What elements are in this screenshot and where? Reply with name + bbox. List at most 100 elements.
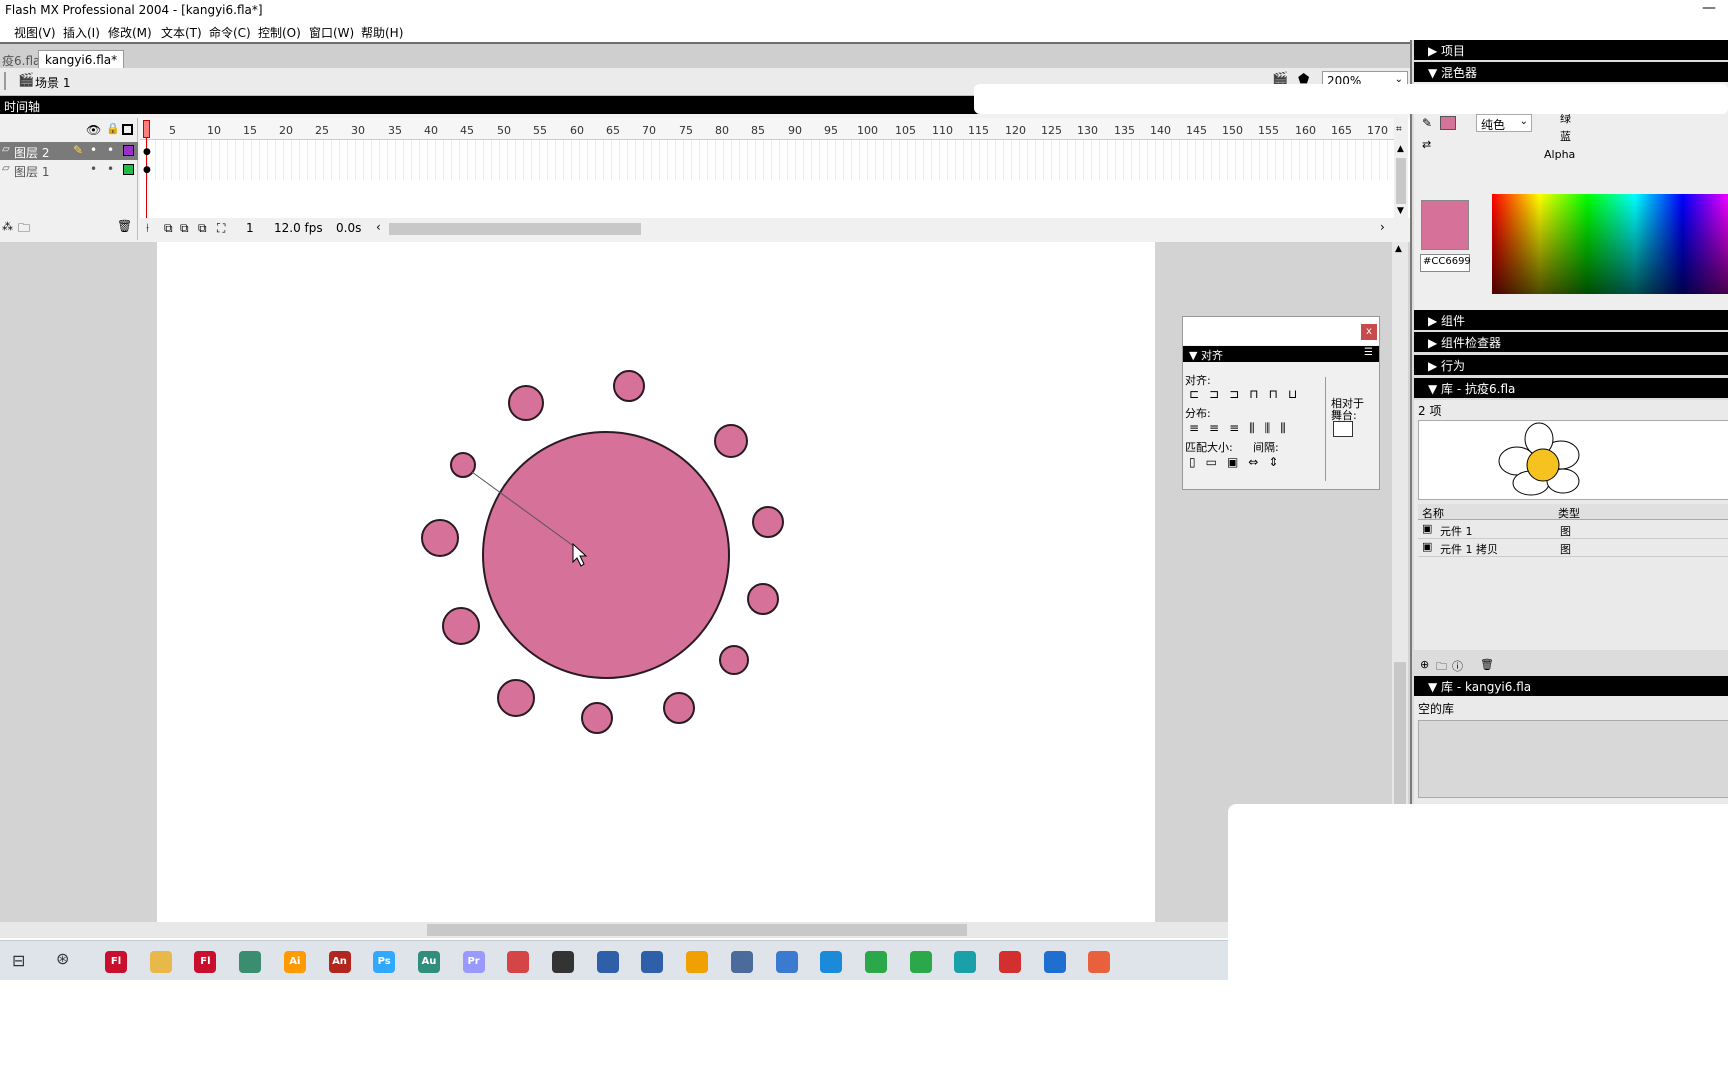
small-circle[interactable] — [497, 679, 535, 717]
menu-insert[interactable]: 插入(I) — [63, 24, 100, 41]
panel-menu-icon[interactable]: ☰ — [1364, 347, 1373, 358]
menu-control[interactable]: 控制(O) — [258, 24, 301, 41]
taskbar-app-icon[interactable]: Au — [417, 951, 440, 973]
library-item[interactable]: ▣ 元件 1 拷贝 图 — [1418, 539, 1728, 557]
small-circle[interactable] — [747, 583, 779, 615]
fill-type-select[interactable]: 纯色 ⌄ — [1476, 114, 1532, 132]
timeline-hscroll-thumb[interactable] — [389, 223, 641, 235]
add-layer-icon[interactable]: ⁂ — [2, 220, 13, 233]
small-circle[interactable] — [719, 645, 749, 675]
playhead[interactable] — [143, 120, 150, 138]
new-symbol-icon[interactable]: ⊕ — [1420, 658, 1429, 671]
library1-header[interactable]: ▼ 库 - 抗疫6.fla — [1414, 378, 1728, 398]
menu-modify[interactable]: 修改(M) — [108, 24, 152, 41]
task-view-icon[interactable]: ⊟ — [12, 951, 25, 970]
small-circle[interactable] — [752, 506, 784, 538]
doc-tab-active[interactable]: kangyi6.fla* — [38, 50, 125, 70]
distribute-buttons[interactable]: ≡≡≡⫼⫼⫼ — [1189, 421, 1296, 436]
taskbar-app-icon[interactable] — [730, 951, 753, 973]
eye-icon[interactable]: 👁 — [86, 123, 101, 137]
frame-ruler[interactable]: 5 10 15 20 25 30 35 40 45 50 55 60 65 70… — [140, 118, 1395, 140]
mixer-panel-header[interactable]: ▼ 混色器 — [1414, 62, 1728, 82]
scroll-up-icon[interactable]: ▲ — [1397, 144, 1404, 154]
visible-dot[interactable]: • — [90, 143, 97, 157]
layer-color-box[interactable] — [123, 145, 134, 156]
keyframe-dot[interactable]: ● — [143, 147, 151, 157]
small-circle[interactable] — [613, 370, 645, 402]
library-item[interactable]: ▣ 元件 1 图 — [1418, 521, 1728, 539]
taskbar-app-icon[interactable] — [507, 951, 530, 973]
to-stage-toggle[interactable] — [1333, 421, 1353, 437]
scroll-left-icon[interactable]: ‹ — [376, 220, 381, 234]
small-circle[interactable] — [508, 385, 544, 421]
scroll-down-icon[interactable]: ▼ — [1397, 206, 1404, 216]
taskbar-app-icon[interactable]: Pr — [462, 951, 485, 973]
add-folder-icon[interactable]: 🗀 — [18, 219, 30, 240]
component-inspector-header[interactable]: ▶ 组件检查器 — [1414, 332, 1728, 352]
big-circle[interactable] — [482, 431, 730, 679]
swap-colors-icon[interactable]: ⇄ — [1422, 138, 1431, 151]
menu-commands[interactable]: 命令(C) — [209, 24, 251, 41]
layer-color-box[interactable] — [123, 164, 134, 175]
frame-grid[interactable]: 5 10 15 20 25 30 35 40 45 50 55 60 65 70… — [140, 118, 1535, 218]
taskbar-app-icon[interactable] — [999, 951, 1021, 973]
small-circle[interactable] — [421, 519, 459, 557]
properties-icon[interactable]: ⓘ — [1452, 658, 1463, 674]
menu-view[interactable]: 视图(V) — [14, 24, 56, 41]
align-buttons[interactable]: ⊏⊐⊐⊓⊓⊔ — [1189, 387, 1307, 401]
edit-multiple-icon[interactable]: ⧉ — [198, 221, 207, 236]
stage-artwork[interactable] — [157, 242, 1155, 922]
onion-outline-icon[interactable]: ⧉ — [180, 221, 189, 236]
search-icon[interactable]: ⊛ — [56, 949, 69, 968]
taskbar-app-icon[interactable] — [641, 951, 664, 973]
stage[interactable] — [157, 242, 1155, 922]
taskbar-app-icon[interactable] — [954, 951, 977, 973]
taskbar-app-icon[interactable] — [149, 951, 172, 973]
small-circle[interactable] — [663, 692, 695, 724]
taskbar-app-icon[interactable] — [1043, 951, 1066, 973]
taskbar-app-icon[interactable] — [552, 951, 574, 973]
taskbar-app-icon[interactable] — [820, 951, 843, 973]
scroll-right-icon[interactable]: › — [1380, 220, 1385, 234]
modify-markers-icon[interactable]: ⛶ — [217, 221, 225, 236]
lock-dot[interactable]: • — [107, 162, 114, 176]
match-size-buttons[interactable]: ▯▭▣⇔⇕ — [1189, 455, 1288, 469]
taskbar-app-icon[interactable] — [596, 951, 619, 973]
scroll-up-icon[interactable]: ▲ — [1395, 244, 1402, 254]
components-panel-header[interactable]: ▶ 组件 — [1414, 310, 1728, 330]
menu-help[interactable]: 帮助(H) — [361, 24, 403, 41]
close-button[interactable]: x — [1361, 324, 1377, 340]
small-circle[interactable] — [581, 702, 613, 734]
visible-dot[interactable]: • — [90, 162, 97, 176]
lock-dot[interactable]: • — [107, 143, 114, 157]
small-circle[interactable] — [450, 452, 476, 478]
taskbar-app-icon[interactable] — [1088, 951, 1111, 973]
align-panel-titlebar[interactable]: x — [1183, 317, 1379, 345]
behaviors-panel-header[interactable]: ▶ 行为 — [1414, 355, 1728, 375]
stroke-color-icon[interactable]: ✎ — [1422, 116, 1432, 130]
col-type[interactable]: 类型 — [1558, 505, 1580, 521]
taskbar-app-icon[interactable]: Fl — [194, 951, 217, 973]
keyframe-dot[interactable]: ● — [143, 165, 151, 175]
stage-hscroll-thumb[interactable] — [427, 924, 967, 936]
taskbar-app-icon[interactable] — [239, 951, 262, 973]
timeline-vscroll[interactable]: ⌗ ▲ ▼ — [1394, 118, 1408, 218]
center-frame-icon[interactable]: ⍿ — [146, 221, 149, 236]
fill-swatch[interactable] — [1440, 116, 1456, 130]
taskbar-app-icon[interactable]: An — [328, 951, 351, 973]
taskbar-app-icon[interactable] — [686, 951, 709, 973]
trash-icon[interactable]: 🗑 — [117, 219, 132, 233]
delete-icon[interactable]: 🗑 — [1480, 658, 1494, 671]
color-spectrum[interactable] — [1492, 194, 1728, 294]
lock-icon[interactable]: 🔒 — [106, 122, 120, 135]
taskbar-app-icon[interactable] — [864, 951, 887, 973]
align-panel-header[interactable]: ▼ 对齐 ☰ — [1183, 346, 1379, 362]
virus-drawing[interactable] — [421, 370, 784, 734]
library2-header[interactable]: ▼ 库 - kangyi6.fla — [1414, 676, 1728, 696]
layer-row[interactable]: ▱ 图层 2 ✎ • • — [0, 142, 138, 160]
timeline-menu-icon[interactable]: ⌗ — [1396, 124, 1402, 135]
stage-hscroll[interactable] — [0, 922, 1410, 938]
menu-text[interactable]: 文本(T) — [161, 24, 202, 41]
onion-skin-icon[interactable]: ⧉ — [164, 221, 173, 236]
new-folder-icon[interactable]: 🗀 — [1436, 658, 1447, 677]
